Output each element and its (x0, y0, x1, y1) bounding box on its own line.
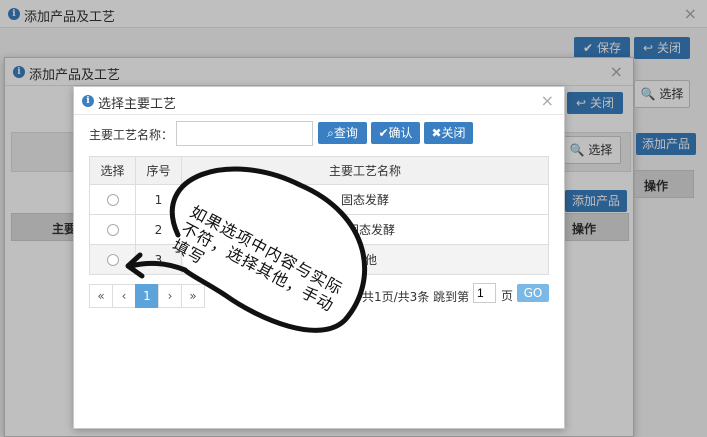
col-index: 序号 (135, 156, 182, 185)
row-radio[interactable] (106, 254, 119, 266)
table-row[interactable]: 2 半固态发酵 (89, 214, 549, 245)
go-button[interactable]: GO (517, 284, 549, 302)
table-row[interactable]: 1 固态发酵 (89, 184, 549, 215)
row-index: 1 (135, 184, 182, 215)
page-unit: 页 (501, 289, 514, 303)
page-jump-input[interactable] (473, 283, 496, 303)
dialog-close-button[interactable]: ✖关闭 (424, 122, 473, 144)
search-icon: ⌕ (327, 126, 334, 140)
process-table: 选择 序号 主要工艺名称 1 固态发酵 2 半固态发酵 3 其他 (89, 156, 549, 275)
col-process-name: 主要工艺名称 (181, 156, 549, 185)
dialog-close-icon[interactable]: × (541, 91, 554, 110)
first-page-button[interactable]: « (89, 284, 113, 308)
pager-summary: 共1页/共3条 跳到第 (362, 290, 470, 304)
row-radio[interactable] (106, 194, 119, 206)
check-icon: ✔ (378, 126, 389, 140)
process-name-input[interactable] (176, 121, 313, 146)
prev-page-button[interactable]: ‹ (112, 284, 136, 308)
confirm-button[interactable]: ✔确认 (371, 122, 420, 144)
row-name: 固态发酵 (181, 184, 549, 215)
last-page-button[interactable]: » (181, 284, 205, 308)
col-select: 选择 (89, 156, 136, 185)
row-radio[interactable] (106, 224, 119, 236)
query-button[interactable]: ⌕查询 (318, 122, 367, 144)
x-icon: ✖ (431, 126, 442, 140)
current-page-button[interactable]: 1 (135, 284, 159, 308)
dialog-titlebar: i 选择主要工艺 × (74, 87, 564, 115)
info-icon: i (82, 95, 94, 107)
table-header-row: 选择 序号 主要工艺名称 (89, 156, 549, 185)
next-page-button[interactable]: › (158, 284, 182, 308)
dialog-title: 选择主要工艺 (98, 97, 177, 112)
search-label: 主要工艺名称： (89, 128, 174, 142)
